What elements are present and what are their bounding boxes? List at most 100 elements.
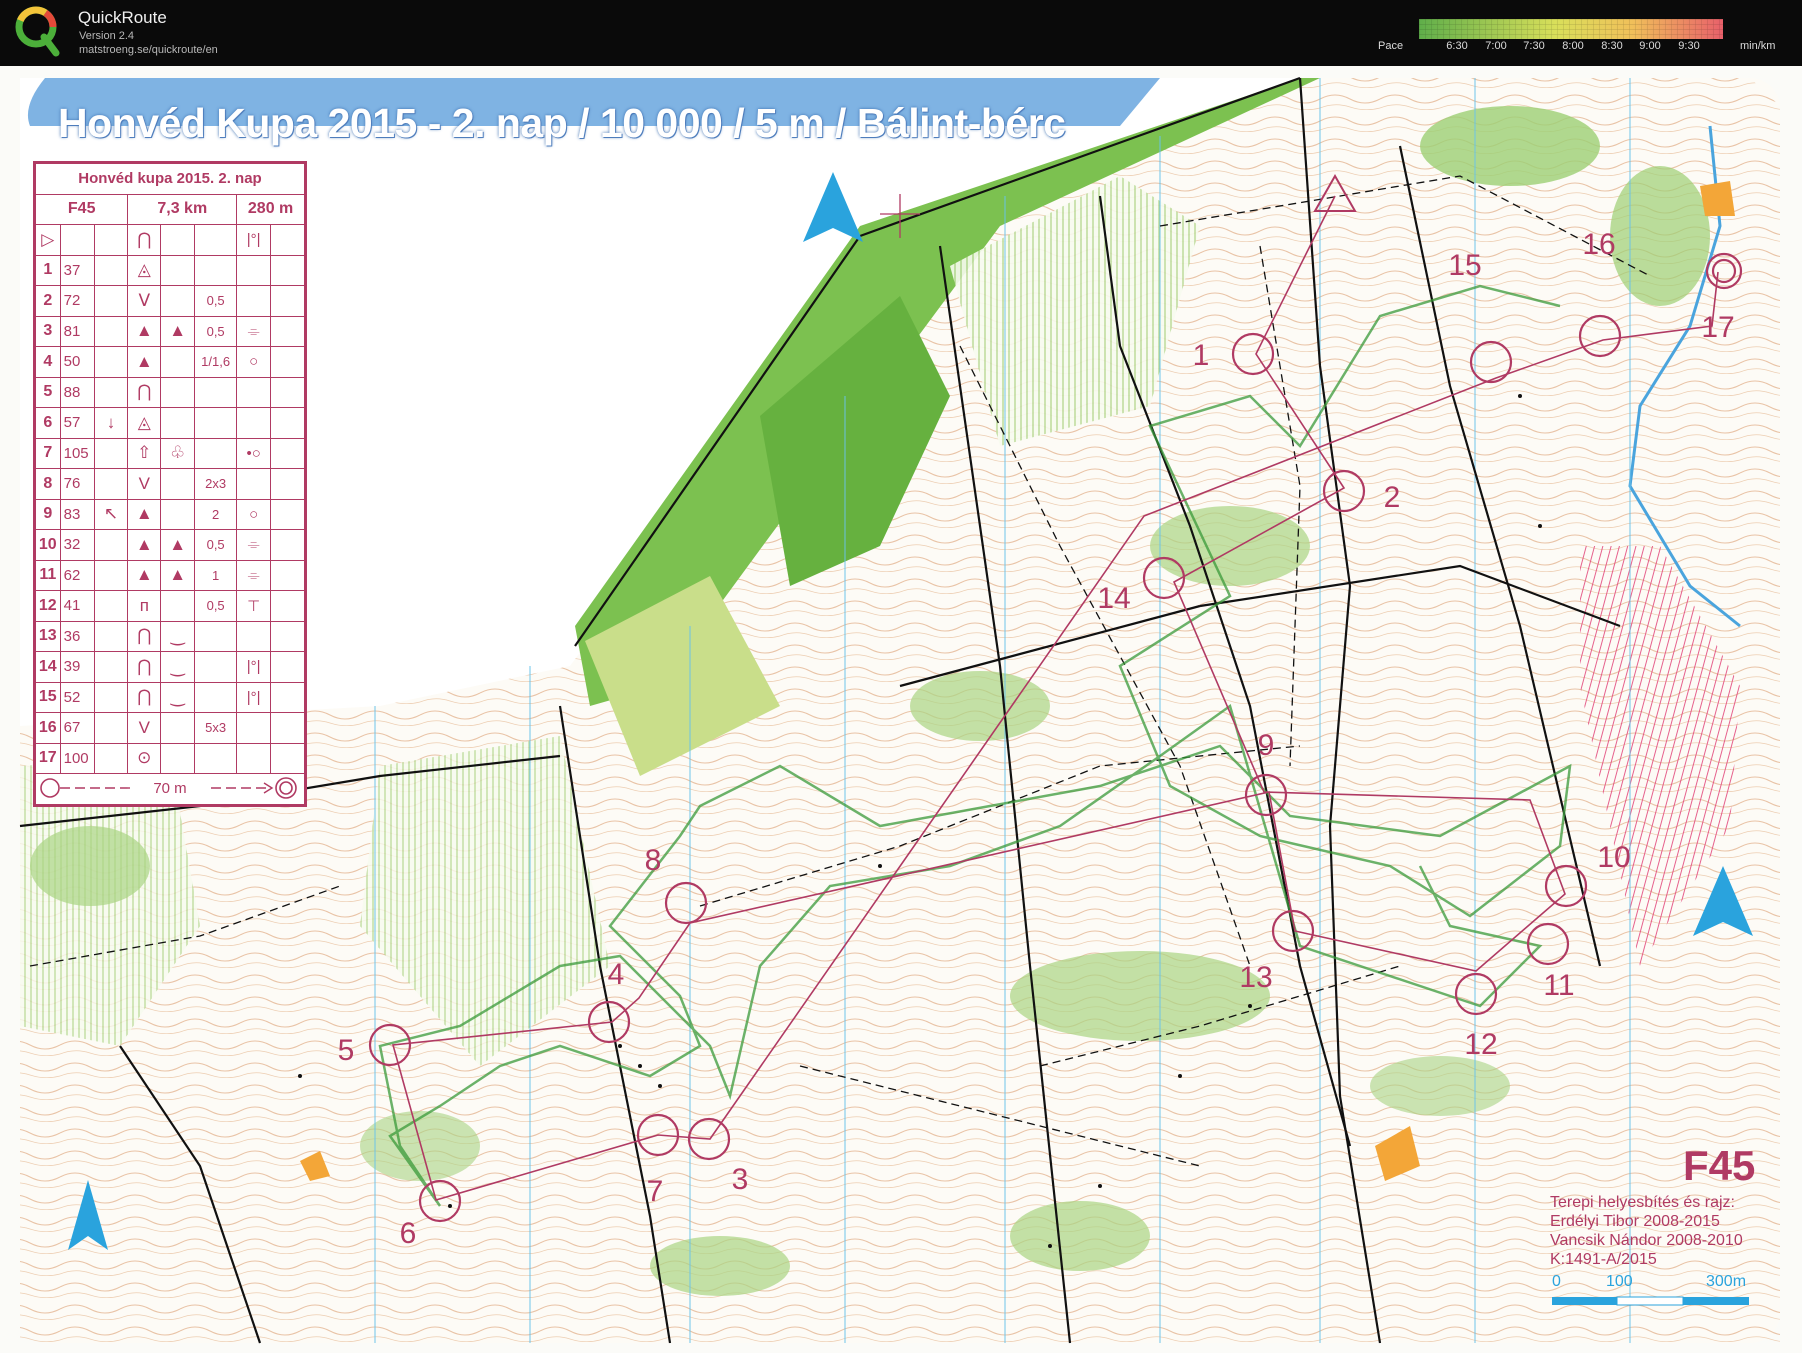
cd-dimension xyxy=(194,681,238,713)
pace-tick: 6:30 xyxy=(1446,40,1468,52)
control-number: 9 xyxy=(1257,729,1275,762)
cd-detail xyxy=(160,285,196,317)
cd-control-number: 11 xyxy=(35,559,61,591)
cd-direction: ↖ xyxy=(93,498,129,530)
cd-control-code: 88 xyxy=(59,376,95,408)
scale-label: 0 xyxy=(1552,1273,1561,1290)
cd-detail: ♧ xyxy=(160,437,196,469)
cd-appearance: ⌯ xyxy=(236,529,272,561)
app-url-link[interactable]: matstroeng.se/quickroute/en xyxy=(79,44,218,56)
cd-detail: ‿ xyxy=(160,620,196,652)
cd-row: 14 39 ⋂ ‿ |°| xyxy=(35,651,305,683)
pace-tick: 9:30 xyxy=(1678,40,1700,52)
cd-other xyxy=(270,559,305,591)
cd-appearance xyxy=(236,742,272,774)
cd-direction xyxy=(93,285,129,317)
cd-dimension xyxy=(194,407,238,439)
cd-feature: ⇧ xyxy=(127,437,162,469)
cd-appearance: •○ xyxy=(236,437,272,469)
cd-feature: ⋂ xyxy=(127,224,162,256)
control-number: 13 xyxy=(1239,961,1273,994)
cd-control-code: 41 xyxy=(59,590,95,622)
control-number: 16 xyxy=(1582,228,1616,261)
cd-control-number: 7 xyxy=(35,437,61,469)
cd-appearance: ⌯ xyxy=(236,315,272,347)
cd-dimension xyxy=(194,437,238,469)
cd-detail: ▲ xyxy=(160,559,196,591)
pace-tick: 9:00 xyxy=(1639,40,1661,52)
cd-appearance: ⌯ xyxy=(236,559,272,591)
cd-control-number: 13 xyxy=(35,620,61,652)
control-number: 7 xyxy=(646,1175,664,1208)
cd-direction xyxy=(93,681,129,713)
map-title: Honvéd Kupa 2015 - 2. nap / 10 000 / 5 m… xyxy=(58,100,1066,146)
cd-appearance: |°| xyxy=(236,651,272,683)
cd-feature: ◬ xyxy=(127,407,162,439)
map-canvas[interactable]: Honvéd Kupa 2015 - 2. nap / 10 000 / 5 m… xyxy=(0,66,1802,1353)
course-class-label: F45 xyxy=(1683,1142,1756,1189)
cd-dimension: 1 xyxy=(194,559,238,591)
cd-class: F45 xyxy=(34,193,129,225)
cd-detail: ▲ xyxy=(160,529,196,561)
cd-direction xyxy=(93,437,129,469)
cd-other xyxy=(270,681,305,713)
scale-label: 100 xyxy=(1606,1273,1633,1290)
cd-other xyxy=(270,468,305,500)
cd-control-number: 16 xyxy=(35,712,61,744)
cd-dimension: 2 xyxy=(194,498,238,530)
cd-direction xyxy=(93,712,129,744)
cd-start-row: ▷ ⋂ |°| xyxy=(35,224,305,256)
cd-dimension: 0,5 xyxy=(194,315,238,347)
control-number: 4 xyxy=(607,958,625,991)
cd-direction xyxy=(93,590,129,622)
cd-row: 16 67 V 5x3 xyxy=(35,712,305,744)
cd-other xyxy=(270,590,305,622)
cd-other xyxy=(270,651,305,683)
cd-row: 9 83 ↖ ▲ 2 ○ xyxy=(35,498,305,530)
cd-feature: ▲ xyxy=(127,315,162,347)
cd-dimension: 2x3 xyxy=(194,468,238,500)
cd-climb: 280 m xyxy=(236,193,305,225)
cd-finish-distance: 70 m xyxy=(153,780,187,797)
cd-control-code: 100 xyxy=(59,742,95,774)
cd-other xyxy=(270,254,305,286)
pace-tick: 7:30 xyxy=(1523,40,1545,52)
cd-control-code: 32 xyxy=(59,529,95,561)
control-number: 11 xyxy=(1543,969,1575,1002)
cd-direction xyxy=(93,315,129,347)
cd-appearance: ○ xyxy=(236,498,272,530)
quickroute-logo-icon xyxy=(15,6,60,57)
cd-control-number: 5 xyxy=(35,376,61,408)
cd-row: 5 88 ⋂ xyxy=(35,376,305,408)
cd-feature: V xyxy=(127,712,162,744)
cd-control-code: 52 xyxy=(59,681,95,713)
cd-appearance: |°| xyxy=(236,681,272,713)
cd-control-number: 1 xyxy=(35,254,61,286)
cd-control-number: 8 xyxy=(35,468,61,500)
cd-dimension xyxy=(194,742,238,774)
cd-dimension: 0,5 xyxy=(194,590,238,622)
control-number: 10 xyxy=(1597,841,1631,874)
cd-appearance xyxy=(236,376,272,408)
cd-appearance xyxy=(236,254,272,286)
cd-finish-row: 70 m xyxy=(35,773,305,805)
cd-row: 11 62 ▲ ▲ 1 ⌯ xyxy=(35,559,305,591)
cd-direction xyxy=(93,376,129,408)
start-triangle-icon: ▷ xyxy=(35,224,61,256)
control-number: 2 xyxy=(1383,481,1401,514)
cd-row: 2 72 ᐯ 0,5 xyxy=(35,285,305,317)
control-number: 12 xyxy=(1464,1028,1498,1061)
credit-line: Erdélyi Tibor 2008-2015 xyxy=(1550,1213,1720,1230)
pace-tick: 7:00 xyxy=(1485,40,1507,52)
cd-control-number: 4 xyxy=(35,346,61,378)
cd-direction xyxy=(93,468,129,500)
cd-control-code: 76 xyxy=(59,468,95,500)
cd-control-number: 6 xyxy=(35,407,61,439)
cd-row: 4 50 ▲ 1/1,6 ○ xyxy=(35,346,305,378)
cd-other xyxy=(270,407,305,439)
cd-row: 17 100 ⊙ xyxy=(35,742,305,774)
control-number: 15 xyxy=(1448,249,1482,282)
map-credits: Terepi helyesbítés és rajz: Erdélyi Tibo… xyxy=(1550,1193,1743,1269)
control-description-sheet: Honvéd kupa 2015. 2. nap F45 7,3 km 280 … xyxy=(33,161,307,807)
cd-dimension xyxy=(194,651,238,683)
